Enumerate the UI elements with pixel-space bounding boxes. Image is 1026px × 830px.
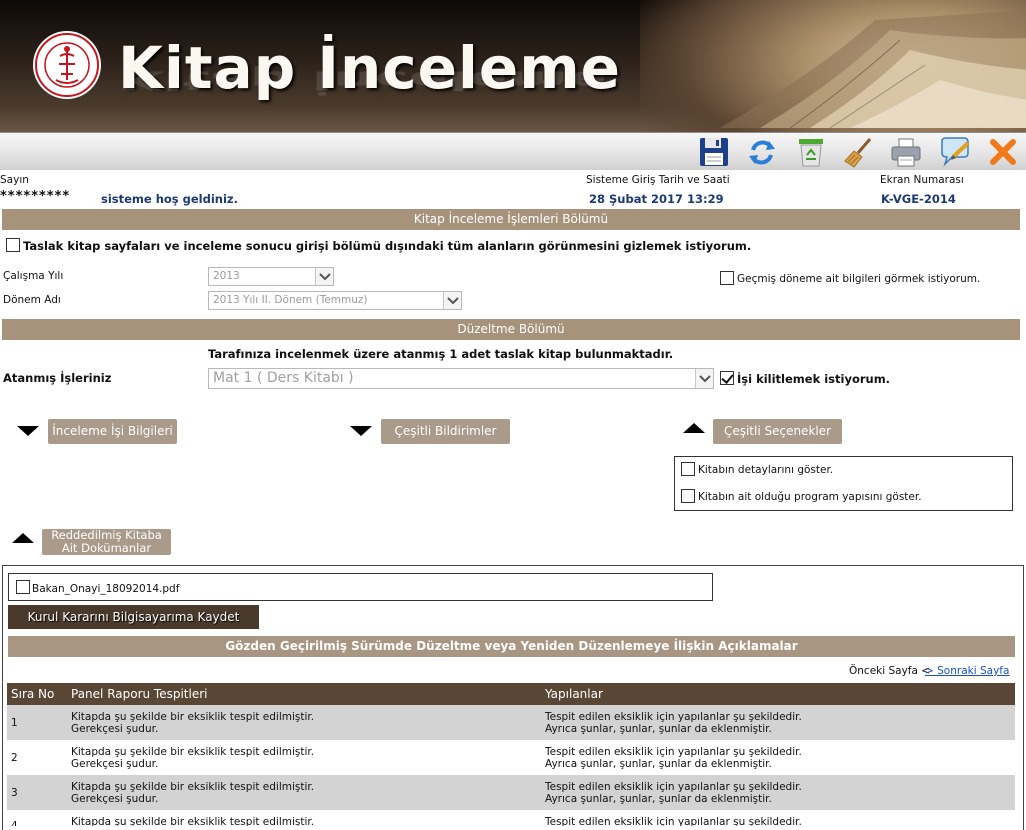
save-decision-button[interactable]: Kurul Kararını Bilgisayarıma Kaydet xyxy=(8,605,259,629)
file-select-checkbox[interactable] xyxy=(16,580,30,594)
row-no: 1 xyxy=(11,717,18,729)
term-name-label: Dönem Adı xyxy=(3,294,61,306)
welcome-text: sisteme hoş geldiniz. xyxy=(101,192,238,206)
app-title-reflection: Kitap İnceleme xyxy=(118,65,607,96)
book-image xyxy=(720,10,1026,129)
work-year-label: Çalışma Yılı xyxy=(3,270,64,282)
ministry-seal-logo xyxy=(33,31,101,99)
recycle-bin-icon[interactable] xyxy=(794,135,828,169)
row-finding-line1: Kitapda şu şekilde bir eksiklik tespit e… xyxy=(71,816,315,826)
row-finding: Kitapda şu şekilde bir eksiklik tespit e… xyxy=(71,711,314,735)
row-finding-line2: Gerekçesi şudur. xyxy=(71,758,159,770)
hide-fields-label: Taslak kitap sayfaları ve inceleme sonuc… xyxy=(23,239,752,253)
past-term-checkbox[interactable] xyxy=(720,271,734,285)
row-done-line1: Tespit edilen eksiklik için yapılanlar ş… xyxy=(545,781,802,793)
screen-number-label: Ekran Numarası xyxy=(880,174,964,186)
row-done: Tespit edilen eksiklik için yapılanlar ş… xyxy=(545,746,802,770)
options-button[interactable]: Çeşitli Seçenekler xyxy=(713,419,842,444)
refresh-icon[interactable] xyxy=(745,135,779,169)
column-header-done: Yapılanlar xyxy=(545,687,603,701)
assigned-job-select[interactable]: Mat 1 ( Ders Kitabı ) xyxy=(208,368,714,389)
work-year-select[interactable]: 2013 xyxy=(208,267,334,286)
toolbar xyxy=(0,132,1026,170)
table-row: 1 Kitapda şu şekilde bir eksiklik tespit… xyxy=(7,705,1015,740)
work-year-value: 2013 xyxy=(213,270,240,282)
login-time-label: Sisteme Giriş Tarih ve Saati xyxy=(586,174,730,186)
row-finding-line1: Kitapda şu şekilde bir eksiklik tespit e… xyxy=(71,746,315,758)
chevron-down-icon xyxy=(315,268,333,285)
greeting-label: Sayın xyxy=(0,174,29,186)
row-finding-line1: Kitapda şu şekilde bir eksiklik tespit e… xyxy=(71,781,315,793)
correction-section-title: Düzeltme Bölümü xyxy=(2,319,1020,340)
row-finding-line2: Gerekçesi şudur. xyxy=(71,793,159,805)
row-no: 4 xyxy=(11,820,18,826)
collapse-rejected-docs-icon[interactable] xyxy=(12,533,34,543)
table-row: 2 Kitapda şu şekilde bir eksiklik tespit… xyxy=(7,740,1015,775)
assigned-job-value: Mat 1 ( Ders Kitabı ) xyxy=(213,370,354,386)
user-name-masked: ********* xyxy=(0,189,71,204)
chevron-down-icon xyxy=(695,369,713,388)
lock-job-checkbox[interactable] xyxy=(720,371,734,385)
expand-review-info-icon[interactable] xyxy=(17,426,39,436)
show-program-label: Kitabın ait olduğu program yapısını göst… xyxy=(698,491,922,503)
explanations-title: Gözden Geçirilmiş Sürümde Düzeltme veya … xyxy=(8,636,1015,657)
rejected-docs-button[interactable]: Reddedilmiş Kitaba Ait Dokümanlar xyxy=(42,529,171,555)
row-no: 2 xyxy=(11,752,18,764)
row-done-line1: Tespit edilen eksiklik için yapılanlar ş… xyxy=(545,711,802,723)
show-details-label: Kitabın detaylarını göster. xyxy=(698,464,834,476)
expand-notifications-icon[interactable] xyxy=(350,426,372,436)
rejected-docs-line2: Ait Dokümanlar xyxy=(61,541,152,555)
row-done-line2: Ayrıca şunlar, şunlar, şunlar da eklenmi… xyxy=(545,758,772,770)
row-done-line2: Ayrıca şunlar, şunlar, şunlar da eklenmi… xyxy=(545,793,772,805)
row-finding-line1: Kitapda şu şekilde bir eksiklik tespit e… xyxy=(71,711,315,723)
row-finding: Kitapda şu şekilde bir eksiklik tespit e… xyxy=(71,746,314,770)
past-term-label: Geçmiş döneme ait bilgileri görmek istiy… xyxy=(737,273,981,285)
row-finding: Kitapda şu şekilde bir eksiklik tespit e… xyxy=(71,816,314,826)
row-done: Tespit edilen eksiklik için yapılanlar ş… xyxy=(545,711,802,735)
review-info-button[interactable]: İnceleme İşi Bilgileri xyxy=(48,419,177,444)
pager-prev[interactable]: Önceki Sayfa < xyxy=(849,665,930,677)
assigned-jobs-label: Atanmış İşleriniz xyxy=(3,371,112,385)
table-row: 4 Kitapda şu şekilde bir eksiklik tespit… xyxy=(7,810,1015,826)
row-no: 3 xyxy=(11,787,18,799)
term-name-select[interactable]: 2013 Yılı II. Dönem (Temmuz) xyxy=(208,291,462,310)
operations-section-title: Kitap İnceleme İşlemleri Bölümü xyxy=(2,209,1020,230)
row-done: Tespit edilen eksiklik için yapılanlar ş… xyxy=(545,781,802,805)
column-header-no: Sıra No xyxy=(11,687,55,701)
chevron-down-icon xyxy=(443,292,461,309)
hide-fields-checkbox[interactable] xyxy=(6,238,20,252)
lock-job-label: İşi kilitlemek istiyorum. xyxy=(737,372,891,386)
printer-icon[interactable] xyxy=(889,135,923,169)
file-name[interactable]: Bakan_Onayi_18092014.pdf xyxy=(32,583,179,595)
pager-next-link[interactable]: > Sonraki Sayfa xyxy=(925,665,1009,677)
broom-icon[interactable] xyxy=(842,135,876,169)
screen-number-value: K-VGE-2014 xyxy=(881,192,956,206)
table-header: Sıra No Panel Raporu Tespitleri Yapılanl… xyxy=(7,683,1015,705)
column-header-findings: Panel Raporu Tespitleri xyxy=(71,687,208,701)
assigned-info-text: Tarafınıza incelenmek üzere atanmış 1 ad… xyxy=(208,347,674,361)
term-name-value: 2013 Yılı II. Dönem (Temmuz) xyxy=(213,294,368,306)
feedback-icon[interactable] xyxy=(938,135,972,169)
save-icon[interactable] xyxy=(697,135,731,169)
row-done: Tespit edilen eksiklik için yapılanlar ş… xyxy=(545,816,802,826)
row-finding-line2: Gerekçesi şudur. xyxy=(71,723,159,735)
login-time-value: 28 Şubat 2017 13:29 xyxy=(589,192,724,206)
close-icon[interactable] xyxy=(986,135,1020,169)
show-program-checkbox[interactable] xyxy=(681,489,695,503)
show-details-checkbox[interactable] xyxy=(681,462,695,476)
row-finding: Kitapda şu şekilde bir eksiklik tespit e… xyxy=(71,781,314,805)
row-done-line2: Ayrıca şunlar, şunlar, şunlar da eklenmi… xyxy=(545,723,772,735)
notifications-button[interactable]: Çeşitli Bildirimler xyxy=(381,419,510,444)
table-row: 3 Kitapda şu şekilde bir eksiklik tespit… xyxy=(7,775,1015,810)
row-done-line1: Tespit edilen eksiklik için yapılanlar ş… xyxy=(545,746,802,758)
collapse-options-icon[interactable] xyxy=(683,423,705,433)
row-done-line1: Tespit edilen eksiklik için yapılanlar ş… xyxy=(545,816,802,826)
